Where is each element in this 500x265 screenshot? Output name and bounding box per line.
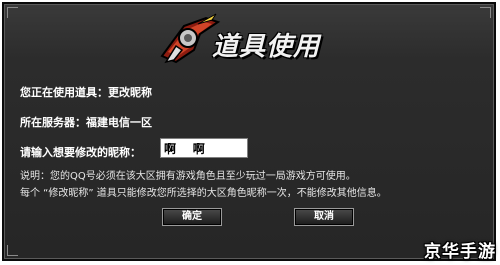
nickname-input[interactable] [160,138,248,158]
server-info-text: 所在服务器：福建电信一区 [20,116,152,129]
site-watermark: 京华手游 [424,242,496,262]
corner-decoration [480,7,491,18]
item-info-text: 您正在使用道具：更改昵称 [20,86,152,99]
cancel-button[interactable]: 取消 [294,208,354,226]
item-use-dialog: 道具使用 您正在使用道具：更改昵称 所在服务器：福建电信一区 请输入想要修改的昵… [2,2,496,261]
corner-decoration [7,245,18,256]
dialog-title: 道具使用 [212,32,321,62]
nickname-prompt-label: 请输入想要修改的昵称： [20,146,141,159]
corner-decoration [7,7,18,18]
confirm-button[interactable]: 确定 [162,208,222,226]
dialog-header: 道具使用 [154,12,334,64]
note-line-2: 每个 “修改昵称” 道具只能修改您所选择的大区角色昵称一次，不能修改其他信息。 [20,188,387,199]
note-line-1: 说明：您的QQ号必须在该大区拥有游戏角色且至少玩过一局游戏方可使用。 [20,171,356,182]
